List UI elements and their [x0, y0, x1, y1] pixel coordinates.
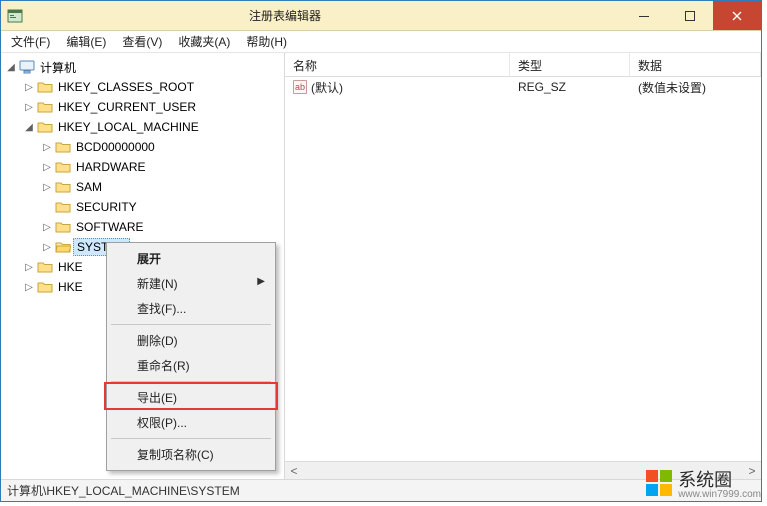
window-controls: [621, 1, 761, 30]
twisty-icon[interactable]: ▷: [41, 162, 53, 173]
twisty-icon[interactable]: ▷: [41, 182, 53, 193]
twisty-icon[interactable]: ◢: [23, 122, 35, 133]
tree-label: SECURITY: [73, 199, 140, 215]
cm-copy-key-name[interactable]: 复制项名称(C): [109, 442, 273, 467]
list-header: 名称 类型 数据: [285, 53, 761, 77]
watermark: 系统圈 www.win7999.com: [646, 466, 761, 500]
menubar: 文件(F) 编辑(E) 查看(V) 收藏夹(A) 帮助(H): [1, 31, 761, 53]
tree-node-hklm: ◢ HKEY_LOCAL_MACHINE ▷ BCD00: [23, 117, 284, 257]
tree-label: HARDWARE: [73, 159, 149, 175]
twisty-icon[interactable]: ▷: [41, 222, 53, 233]
cm-separator: [111, 438, 271, 439]
cm-separator: [111, 324, 271, 325]
twisty-icon[interactable]: ◢: [5, 62, 17, 73]
cm-find[interactable]: 查找(F)...: [109, 296, 273, 321]
folder-icon: [55, 140, 71, 154]
string-value-icon: ab: [293, 80, 307, 94]
tree-label: HKEY_LOCAL_MACHINE: [55, 119, 202, 135]
cm-delete[interactable]: 删除(D): [109, 328, 273, 353]
folder-icon: [37, 280, 53, 294]
folder-icon: [55, 180, 71, 194]
column-header-name[interactable]: 名称: [285, 53, 510, 76]
folder-icon: [37, 120, 53, 134]
tree-label: HKE: [55, 279, 86, 295]
folder-icon: [37, 80, 53, 94]
twisty-icon[interactable]: ▷: [41, 142, 53, 153]
twisty-icon[interactable]: ▷: [41, 242, 53, 253]
tree-node-hkcr: ▷ HKEY_CLASSES_ROOT: [23, 77, 284, 97]
tree-row[interactable]: ▷ HARDWARE: [41, 157, 284, 177]
tree-label: HKEY_CLASSES_ROOT: [55, 79, 197, 95]
folder-icon: [37, 100, 53, 114]
tree-node-hkcu: ▷ HKEY_CURRENT_USER: [23, 97, 284, 117]
tree-row[interactable]: SECURITY: [41, 197, 284, 217]
twisty-icon[interactable]: ▷: [23, 262, 35, 273]
submenu-arrow-icon: ▶: [257, 276, 265, 287]
cm-separator: [111, 381, 271, 382]
folder-icon: [37, 260, 53, 274]
tree-label: HKEY_CURRENT_USER: [55, 99, 199, 115]
tree-row[interactable]: ▷ HKEY_CURRENT_USER: [23, 97, 284, 117]
menu-help[interactable]: 帮助(H): [238, 31, 295, 52]
value-name: (默认): [311, 79, 343, 96]
watermark-text: 系统圈 www.win7999.com: [678, 466, 761, 500]
twisty-icon[interactable]: ▷: [23, 282, 35, 293]
menu-view[interactable]: 查看(V): [114, 31, 170, 52]
tree-label: 计算机: [37, 58, 79, 77]
tree-row-computer[interactable]: ◢ 计算机: [5, 57, 284, 77]
context-menu: 展开 新建(N) ▶ 查找(F)... 删除(D) 重命名(R) 导出(E) 权…: [106, 242, 276, 471]
tree-label: SOFTWARE: [73, 219, 147, 235]
window-title: 注册表编辑器: [0, 7, 621, 24]
value-type: REG_SZ: [510, 80, 630, 94]
computer-icon: [19, 60, 35, 74]
maximize-button[interactable]: [667, 1, 713, 30]
tree-row[interactable]: ▷ SOFTWARE: [41, 217, 284, 237]
tree-row[interactable]: ▷ SAM: [41, 177, 284, 197]
folder-icon: [55, 200, 71, 214]
folder-icon: [55, 220, 71, 234]
cm-expand[interactable]: 展开: [109, 246, 273, 271]
tree-label: HKE: [55, 259, 86, 275]
scroll-left-icon[interactable]: <: [285, 464, 303, 478]
tree-row[interactable]: ▷ BCD00000000: [41, 137, 284, 157]
close-button[interactable]: [713, 1, 761, 30]
minimize-button[interactable]: [621, 1, 667, 30]
folder-icon: [55, 160, 71, 174]
menu-favorites[interactable]: 收藏夹(A): [170, 31, 238, 52]
status-path: 计算机\HKEY_LOCAL_MACHINE\SYSTEM: [7, 482, 240, 499]
tree-label: BCD00000000: [73, 139, 158, 155]
list-body[interactable]: ab (默认) REG_SZ (数值未设置): [285, 77, 761, 461]
list-pane: 名称 类型 数据 ab (默认) REG_SZ (数值未设置) < >: [285, 53, 761, 479]
titlebar: 注册表编辑器: [1, 1, 761, 31]
menu-edit[interactable]: 编辑(E): [58, 31, 114, 52]
tree-label: SAM: [73, 179, 105, 195]
folder-open-icon: [55, 240, 71, 254]
menu-file[interactable]: 文件(F): [3, 31, 58, 52]
column-header-type[interactable]: 类型: [510, 53, 630, 76]
twisty-icon[interactable]: ▷: [23, 102, 35, 113]
list-row[interactable]: ab (默认) REG_SZ (数值未设置): [285, 77, 761, 97]
column-header-data[interactable]: 数据: [630, 53, 761, 76]
twisty-icon[interactable]: ▷: [23, 82, 35, 93]
twisty-icon[interactable]: [41, 202, 53, 213]
tree-row[interactable]: ◢ HKEY_LOCAL_MACHINE: [23, 117, 284, 137]
cm-export[interactable]: 导出(E): [109, 385, 273, 410]
cm-permissions[interactable]: 权限(P)...: [109, 410, 273, 435]
cm-rename[interactable]: 重命名(R): [109, 353, 273, 378]
microsoft-logo-icon: [646, 470, 672, 496]
value-data: (数值未设置): [630, 79, 761, 96]
cm-new[interactable]: 新建(N) ▶: [109, 271, 273, 296]
tree-row[interactable]: ▷ HKEY_CLASSES_ROOT: [23, 77, 284, 97]
